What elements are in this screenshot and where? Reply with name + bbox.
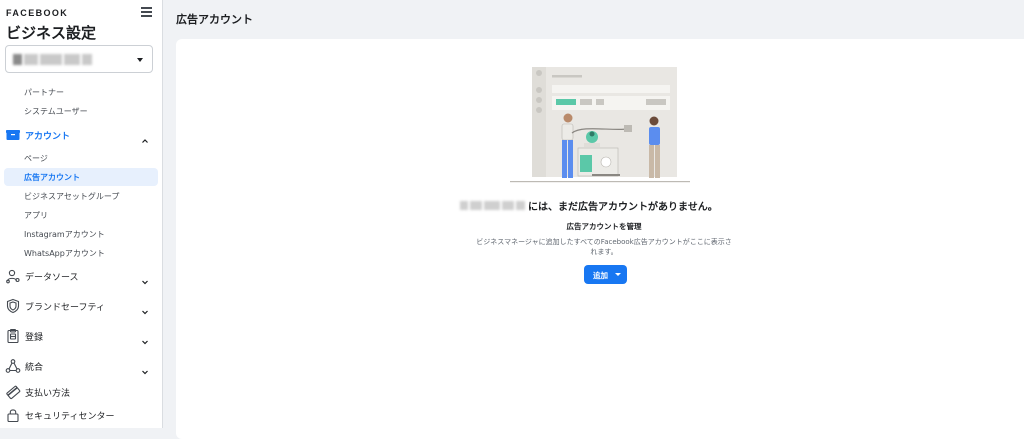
sidebar: FACEBOOK ビジネス設定 パートナー システムユーザー アカウント ページ… — [0, 0, 163, 428]
sidebar-item-partners[interactable]: パートナー — [24, 87, 64, 98]
sidebar-item-pages[interactable]: ページ — [24, 153, 48, 164]
clipboard-icon — [5, 328, 21, 344]
caret-down-icon — [615, 273, 621, 276]
sidebar-item-apps[interactable]: アプリ — [24, 210, 48, 221]
empty-state-illustration — [510, 63, 690, 183]
chevron-down-icon — [141, 361, 149, 375]
empty-state-title: には、まだ広告アカウントがありません。 — [460, 198, 760, 213]
main-header: 広告アカウント — [176, 13, 253, 26]
add-button-label: 追加 — [593, 271, 608, 280]
business-name-redacted — [13, 54, 97, 65]
sidebar-item-instagram-accounts[interactable]: Instagramアカウント — [24, 229, 105, 240]
sidebar-item-label: 広告アカウント — [24, 173, 80, 182]
chevron-down-icon — [141, 301, 149, 315]
sidebar-item-label: 支払い方法 — [25, 389, 71, 399]
empty-state-description-line: れます。 — [590, 248, 618, 256]
sidebar-item-whatsapp-accounts[interactable]: WhatsAppアカウント — [24, 248, 105, 259]
chevron-down-icon — [137, 58, 143, 62]
sidebar-item-business-asset-groups[interactable]: ビジネスアセットグループ — [24, 191, 119, 202]
sidebar-item-security-center[interactable]: セキュリティセンター — [5, 405, 157, 425]
sidebar-section-registration[interactable]: 登録 — [5, 326, 157, 346]
sidebar-item-system-users[interactable]: システムユーザー — [24, 106, 88, 117]
sidebar-section-brand-safety[interactable]: ブランドセーフティ — [5, 296, 157, 316]
people-network-icon — [5, 268, 21, 284]
sidebar-section-label: 登録 — [25, 333, 44, 343]
lock-icon — [5, 407, 21, 423]
sidebar-section-label: 統合 — [25, 363, 44, 373]
chevron-down-icon — [141, 271, 149, 285]
integration-icon — [5, 358, 21, 374]
briefcase-icon — [5, 127, 21, 143]
sidebar-section-accounts[interactable]: アカウント — [5, 125, 157, 145]
facebook-brand: FACEBOOK — [6, 8, 69, 18]
empty-state-description: ビジネスマネージャに追加したすべてのFacebook広告アカウントがここに表示さ… — [460, 237, 748, 257]
sidebar-section-label: データソース — [25, 273, 79, 283]
empty-state-title-text: には、まだ広告アカウントがありません。 — [528, 202, 718, 213]
business-name-redacted — [460, 201, 525, 210]
chevron-down-icon — [141, 331, 149, 345]
empty-state-subtitle: 広告アカウントを管理 — [566, 222, 642, 231]
sidebar-item-ad-accounts[interactable]: 広告アカウント — [4, 168, 158, 186]
sidebar-item-label: セキュリティセンター — [25, 412, 115, 422]
menu-icon[interactable] — [141, 7, 152, 17]
add-button[interactable]: 追加 — [584, 265, 627, 284]
page-title: ビジネス設定 — [6, 24, 97, 42]
credit-card-icon — [5, 384, 21, 400]
empty-state-description-line: ビジネスマネージャに追加したすべてのFacebook広告アカウントがここに表示さ — [476, 238, 732, 246]
sidebar-section-integrations[interactable]: 統合 — [5, 356, 157, 376]
sidebar-item-payment-methods[interactable]: 支払い方法 — [5, 382, 157, 402]
content-card: には、まだ広告アカウントがありません。 広告アカウントを管理 ビジネスマネージャ… — [176, 39, 1024, 439]
business-selector[interactable] — [5, 45, 153, 73]
sidebar-section-label: ブランドセーフティ — [25, 303, 105, 313]
chevron-up-icon — [141, 130, 149, 143]
sidebar-section-label: アカウント — [25, 132, 71, 142]
sidebar-section-data-sources[interactable]: データソース — [5, 266, 157, 286]
shield-icon — [5, 298, 21, 314]
